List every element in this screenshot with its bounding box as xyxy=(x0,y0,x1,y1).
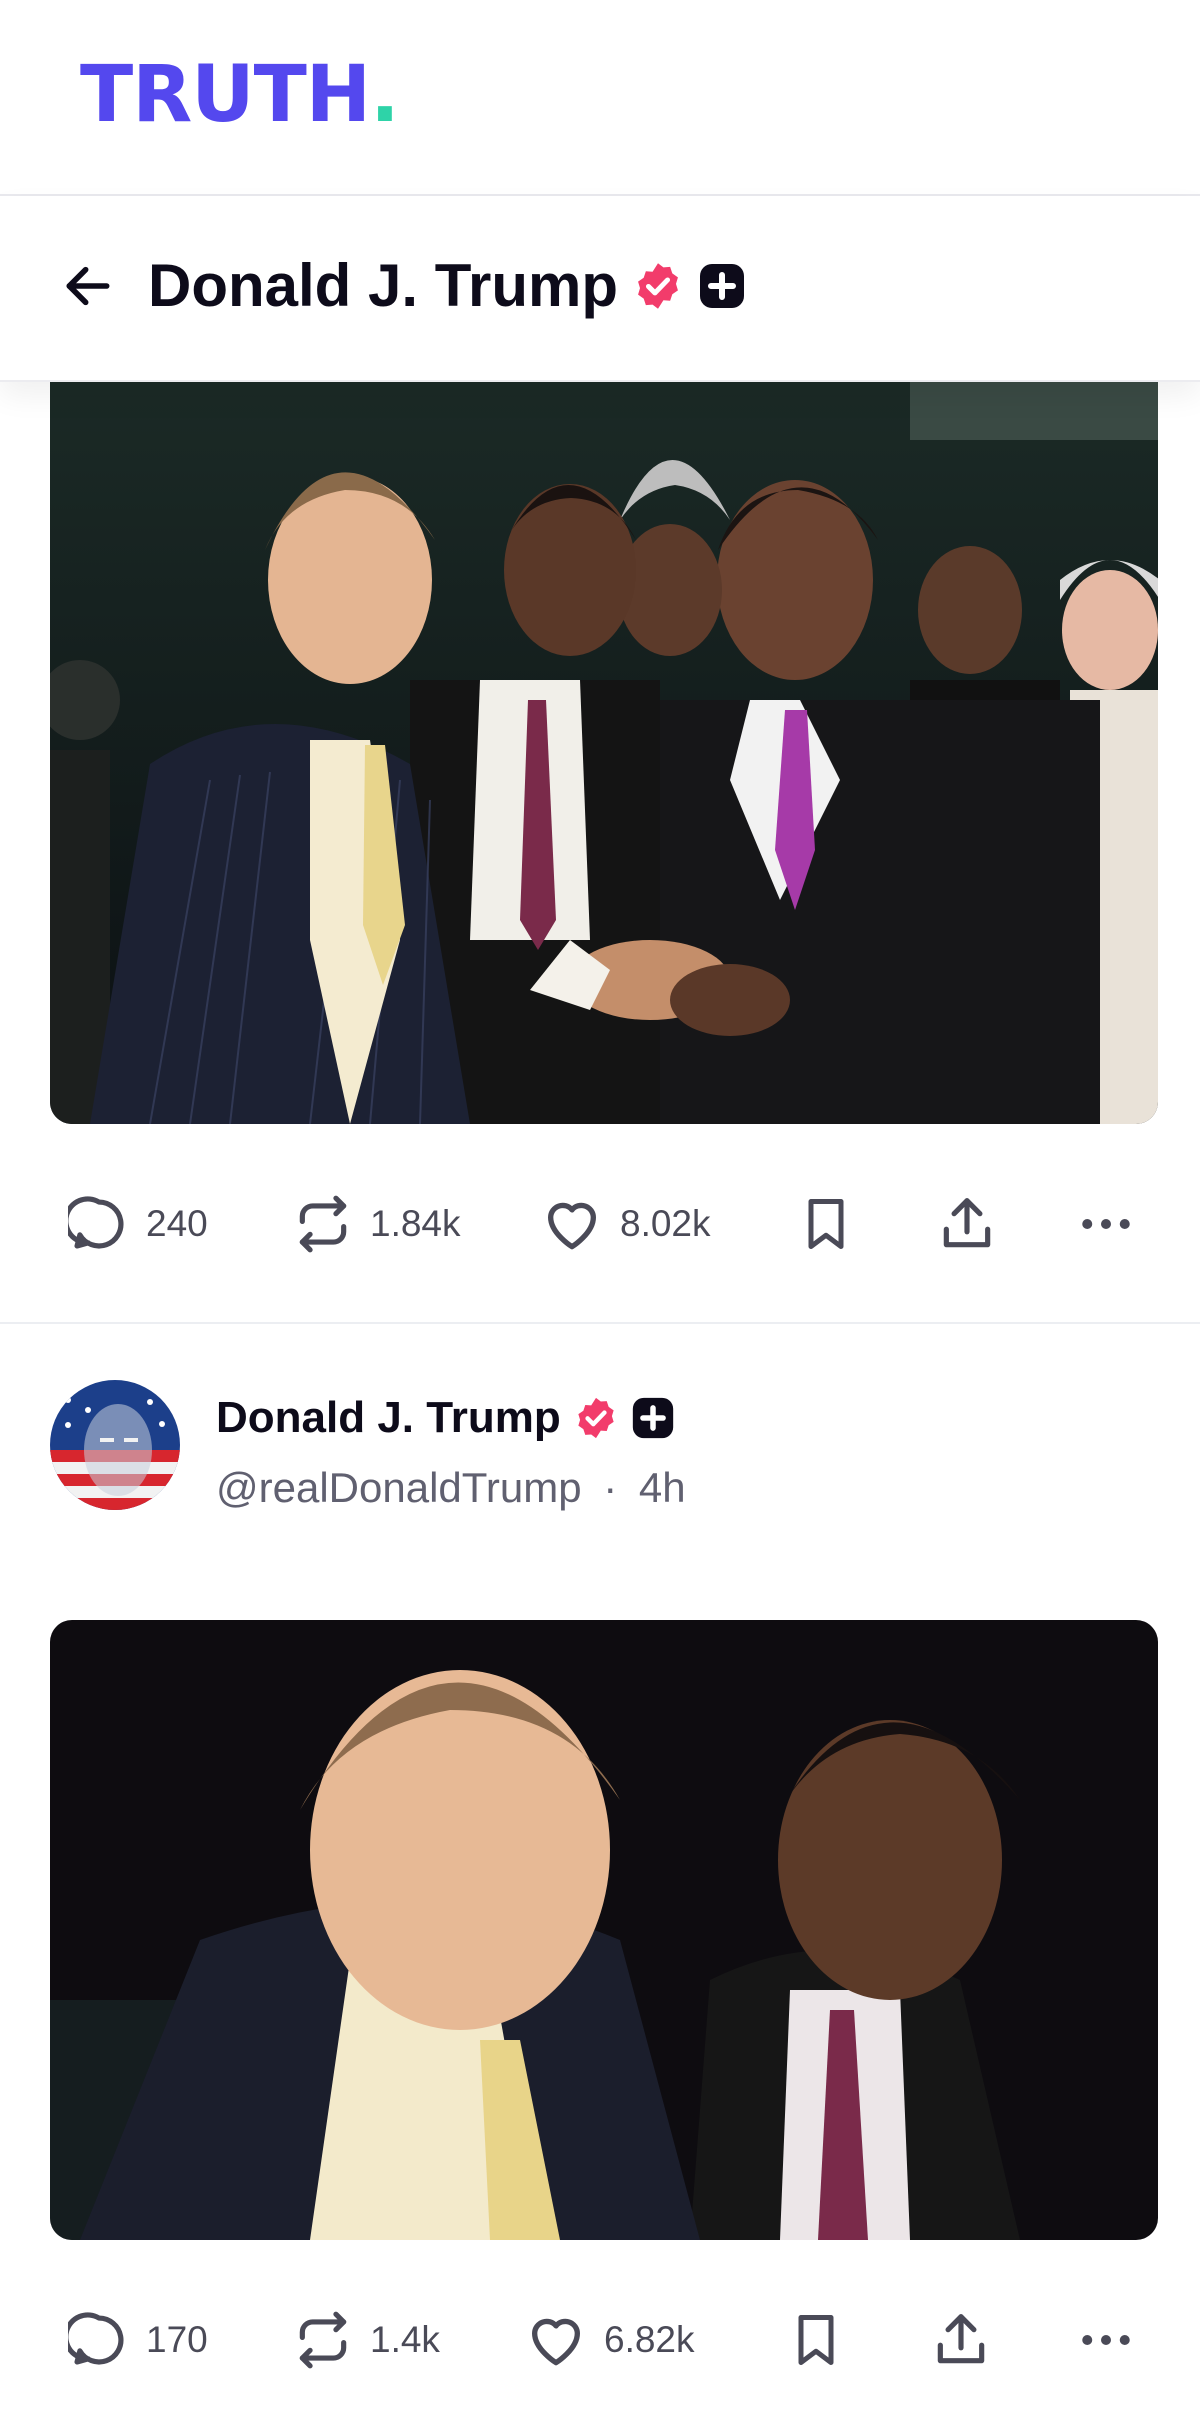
author-name-row: Donald J. Trump xyxy=(216,1388,675,1448)
plus-badge-icon xyxy=(698,262,746,310)
retruth-count: 1.4k xyxy=(370,2319,440,2360)
reply-count: 240 xyxy=(146,1203,208,1244)
reply-button[interactable]: 170 xyxy=(68,2290,208,2390)
more-button[interactable] xyxy=(1076,1174,1136,1274)
more-button[interactable] xyxy=(1076,2290,1136,2390)
reply-button[interactable]: 240 xyxy=(68,1174,208,1274)
truth-logo[interactable]: TRUTH. xyxy=(80,56,400,134)
like-button[interactable]: 8.02k xyxy=(540,1174,711,1274)
bookmark-button[interactable] xyxy=(786,2290,846,2390)
plus-badge-icon xyxy=(631,1396,675,1440)
reply-icon[interactable] xyxy=(68,2309,130,2371)
post-divider xyxy=(0,1322,1200,1324)
retruth-icon[interactable] xyxy=(292,1193,354,1255)
like-button[interactable]: 6.82k xyxy=(524,2290,695,2390)
post-image[interactable] xyxy=(50,380,1158,1124)
like-count: 6.82k xyxy=(604,2319,695,2360)
share-icon[interactable] xyxy=(930,2309,992,2371)
avatar[interactable] xyxy=(50,1380,180,1510)
top-bar: TRUTH. xyxy=(0,0,1200,196)
bookmark-icon[interactable] xyxy=(786,2310,846,2370)
retruth-button[interactable]: 1.4k xyxy=(292,2290,440,2390)
author-meta: @realDonaldTrump · 4h xyxy=(216,1460,686,1516)
author-handle[interactable]: @realDonaldTrump xyxy=(216,1464,582,1511)
like-icon[interactable] xyxy=(540,1192,604,1256)
post-author: Donald J. Trump @realDonaldTrump · 4h xyxy=(0,1380,1200,1520)
share-button[interactable] xyxy=(936,1174,998,1274)
profile-header: Donald J. Trump xyxy=(0,196,1200,382)
bookmark-icon[interactable] xyxy=(796,1194,856,1254)
post-actions: 240 1.84k 8.02k xyxy=(0,1174,1200,1274)
verified-icon xyxy=(632,260,684,312)
bookmark-button[interactable] xyxy=(796,1174,856,1274)
retruth-icon[interactable] xyxy=(292,2309,354,2371)
share-button[interactable] xyxy=(930,2290,992,2390)
page-title-row: Donald J. Trump xyxy=(148,246,746,326)
reply-count: 170 xyxy=(146,2319,208,2360)
meta-separator: · xyxy=(603,1464,618,1511)
retruth-count: 1.84k xyxy=(370,1203,461,1244)
verified-icon xyxy=(573,1395,619,1441)
author-name[interactable]: Donald J. Trump xyxy=(216,1388,561,1448)
like-icon[interactable] xyxy=(524,2308,588,2372)
retruth-button[interactable]: 1.84k xyxy=(292,1174,461,1274)
post-actions: 170 1.4k 6.82k xyxy=(0,2290,1200,2390)
post-image[interactable] xyxy=(50,1620,1158,2240)
share-icon[interactable] xyxy=(936,1193,998,1255)
like-count: 8.02k xyxy=(620,1203,711,1244)
back-arrow-icon[interactable] xyxy=(60,258,116,314)
page-title: Donald J. Trump xyxy=(148,252,619,319)
more-icon[interactable] xyxy=(1076,1194,1136,1254)
reply-icon[interactable] xyxy=(68,1193,130,1255)
back-button[interactable] xyxy=(50,248,126,324)
post-timestamp[interactable]: 4h xyxy=(639,1464,686,1511)
more-icon[interactable] xyxy=(1076,2310,1136,2370)
